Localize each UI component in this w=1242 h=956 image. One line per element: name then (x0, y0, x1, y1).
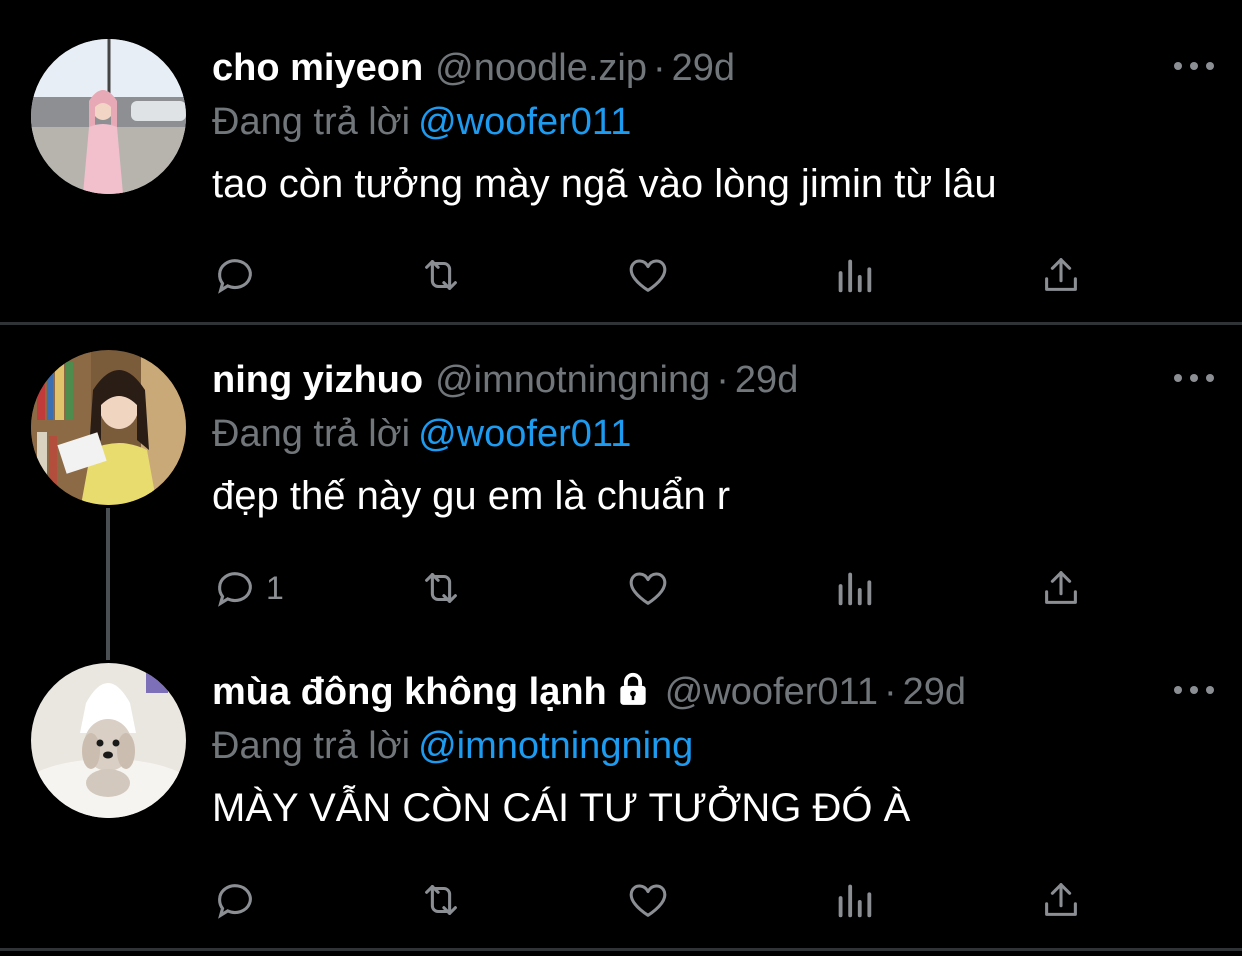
reply-icon (218, 884, 252, 919)
like-icon (629, 884, 667, 917)
tweet-text: tao còn tưởng mày ngã vào lòng jimin từ … (212, 162, 997, 206)
tweet-header: cho miyeon @noodle.zip · 29d (212, 40, 1212, 96)
share-icon (1045, 258, 1077, 291)
separator-dot: · (883, 671, 897, 713)
action-bar: 1 (212, 563, 1112, 613)
separator-dot: · (716, 359, 729, 401)
mention-link[interactable]: @imnotningning (418, 725, 693, 767)
user-handle[interactable]: @woofer011 (665, 671, 878, 713)
replying-to: Đang trả lời @imnotningning (212, 720, 1212, 772)
share-icon (1045, 571, 1077, 604)
action-bar (212, 250, 1112, 300)
tweet-header: ning yizhuo @imnotningning · 29d (212, 352, 1212, 408)
mention-link[interactable]: @woofer011 (418, 413, 631, 455)
replying-label: Đang trả lời (212, 725, 411, 767)
retweet-icon (425, 260, 457, 290)
share-button[interactable] (1038, 563, 1084, 613)
timestamp[interactable]: 29d (672, 47, 735, 89)
reply-icon (218, 572, 252, 607)
reply-button[interactable] (212, 250, 266, 300)
replying-to: Đang trả lời @woofer011 (212, 408, 1212, 460)
reply-button[interactable] (212, 875, 266, 925)
replying-label: Đang trả lời (212, 413, 411, 455)
like-button[interactable] (625, 563, 671, 613)
share-icon (1045, 883, 1077, 916)
like-button[interactable] (625, 250, 671, 300)
more-options-icon[interactable] (1174, 56, 1214, 76)
views-button[interactable] (831, 563, 877, 613)
views-button[interactable] (831, 250, 877, 300)
action-bar (212, 875, 1112, 925)
replying-to: Đang trả lời @woofer011 (212, 96, 1212, 148)
like-icon (629, 259, 667, 292)
user-handle[interactable]: @imnotningning (435, 359, 710, 401)
separator-dot: · (652, 47, 666, 89)
views-icon (838, 259, 872, 293)
lock-icon (620, 672, 646, 705)
retweet-button[interactable] (418, 250, 464, 300)
reply-count: 1 (266, 569, 284, 606)
timestamp[interactable]: 29d (903, 671, 966, 713)
avatar[interactable] (31, 39, 186, 194)
tweet-header: mùa đông không lạnh @woofer011 · 29d (212, 664, 1212, 720)
avatar[interactable] (31, 350, 186, 505)
retweet-icon (425, 885, 457, 915)
avatar[interactable] (31, 663, 186, 818)
display-name[interactable]: ning yizhuo (212, 359, 423, 401)
reply-button[interactable]: 1 (212, 563, 284, 613)
mention-link[interactable]: @woofer011 (418, 101, 631, 143)
tweet-text: đẹp thế này gu em là chuẩn r (212, 474, 731, 518)
divider (0, 948, 1242, 951)
display-name[interactable]: cho miyeon (212, 47, 423, 89)
tweet-3[interactable]: mùa đông không lạnh @woofer011 · 29d Đang t… (0, 637, 1242, 949)
display-name[interactable]: mùa đông không lạnh (212, 671, 607, 713)
share-button[interactable] (1038, 250, 1084, 300)
more-options-icon[interactable] (1174, 680, 1214, 700)
views-icon (838, 884, 872, 918)
tweet-text: MÀY VẪN CÒN CÁI TƯ TƯỞNG ĐÓ À (212, 786, 911, 830)
retweet-icon (425, 573, 457, 603)
share-button[interactable] (1038, 875, 1084, 925)
reply-icon (218, 259, 252, 294)
timestamp[interactable]: 29d (735, 359, 798, 401)
user-handle[interactable]: @noodle.zip (435, 47, 647, 89)
replying-label: Đang trả lời (212, 101, 411, 143)
like-icon (629, 572, 667, 605)
views-icon (838, 572, 872, 606)
like-button[interactable] (625, 875, 671, 925)
retweet-button[interactable] (418, 875, 464, 925)
more-options-icon[interactable] (1174, 368, 1214, 388)
views-button[interactable] (831, 875, 877, 925)
tweet-2[interactable]: ning yizhuo @imnotningning · 29d Đang trả l… (0, 325, 1242, 635)
tweet-1[interactable]: cho miyeon @noodle.zip · 29d Đang trả lời @w… (0, 0, 1242, 322)
retweet-button[interactable] (418, 563, 464, 613)
